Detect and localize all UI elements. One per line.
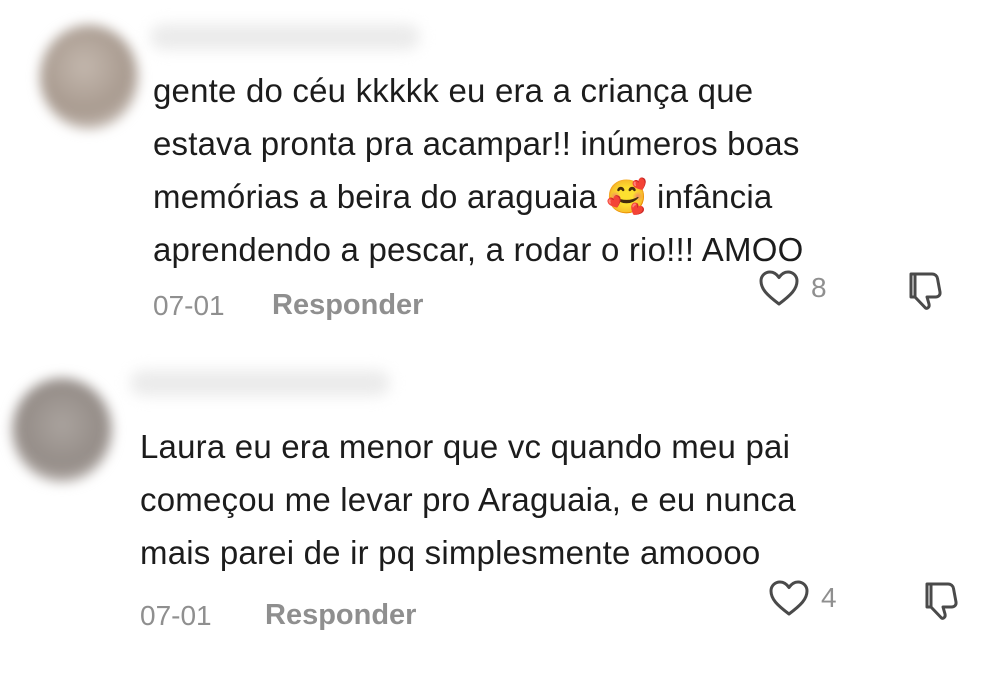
heart-icon bbox=[769, 580, 809, 616]
dislike-button[interactable] bbox=[902, 268, 950, 317]
avatar[interactable] bbox=[12, 378, 112, 482]
smiling-face-with-hearts-emoji: 🥰 bbox=[606, 177, 648, 216]
dislike-icon bbox=[925, 582, 958, 620]
like-button[interactable]: 8 bbox=[757, 268, 827, 308]
reply-button[interactable]: Responder bbox=[265, 599, 416, 632]
heart-icon bbox=[759, 270, 799, 306]
comment-text: gente do céu kkkkk eu era a criança que … bbox=[153, 64, 973, 276]
username-blurred[interactable] bbox=[130, 370, 390, 396]
avatar[interactable] bbox=[40, 25, 138, 129]
like-count: 8 bbox=[811, 272, 827, 303]
comment-text: Laura eu era menor que vc quando meu pai… bbox=[140, 428, 796, 571]
username-blurred[interactable] bbox=[150, 24, 420, 50]
comment-date: 07-01 bbox=[140, 600, 212, 631]
dislike-button[interactable] bbox=[918, 578, 966, 627]
like-button[interactable]: 4 bbox=[767, 578, 837, 618]
comment-item: Laura eu era menor que vc quando meu pai… bbox=[0, 340, 984, 681]
reply-button[interactable]: Responder bbox=[272, 289, 423, 322]
like-count: 4 bbox=[821, 582, 837, 613]
comment-item: gente do céu kkkkk eu era a criança que … bbox=[0, 0, 984, 340]
comment-date: 07-01 bbox=[153, 290, 225, 321]
dislike-icon bbox=[909, 272, 942, 310]
